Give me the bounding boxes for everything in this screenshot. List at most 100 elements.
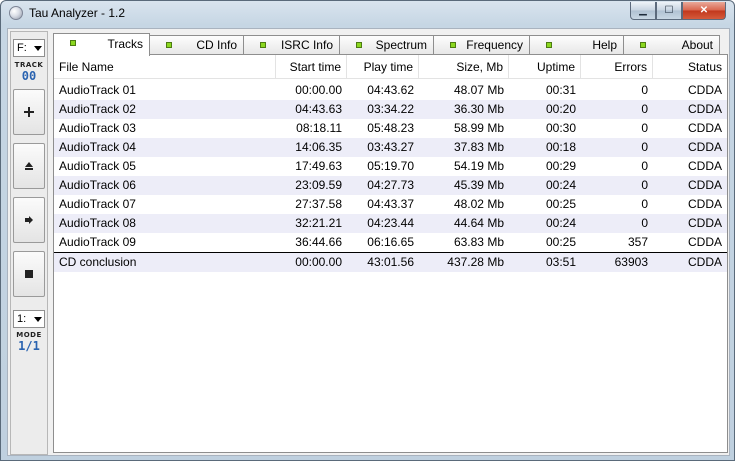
tab-about[interactable]: About	[623, 35, 720, 55]
cell-status: CDDA	[687, 102, 722, 116]
eject-button[interactable]	[13, 143, 45, 189]
cell-errors: 0	[641, 140, 648, 154]
tab-help[interactable]: Help	[529, 35, 624, 55]
cell-size: 54.19 Mb	[453, 159, 504, 173]
cell-status: CDDA	[687, 178, 722, 192]
mode-caption: MODE	[16, 331, 42, 339]
mode-select[interactable]: 1:	[13, 310, 45, 328]
column-header-uptime[interactable]: Uptime	[509, 55, 581, 79]
cell-status: CDDA	[687, 235, 722, 249]
cell-uptime: 00:18	[545, 140, 576, 154]
cell-start-time: 14:06.35	[295, 140, 342, 154]
mode-select-value: 1:	[17, 313, 27, 325]
table-row[interactable]: AudioTrack 05 17:49.63 05:19.70 54.19 Mb…	[54, 157, 727, 176]
table-row[interactable]: AudioTrack 02 04:43.63 03:34.22 36.30 Mb…	[54, 100, 727, 119]
tab-spectrum[interactable]: Spectrum	[339, 35, 434, 55]
stop-button[interactable]	[13, 251, 45, 297]
column-header-file-name[interactable]: File Name	[54, 55, 276, 79]
cell-play-time: 03:43.27	[367, 140, 414, 154]
maximize-button[interactable]: ☐	[656, 2, 682, 20]
table-row[interactable]: AudioTrack 08 32:21.21 04:23.44 44.64 Mb…	[54, 214, 727, 233]
cell-status: CDDA	[687, 197, 722, 211]
cell-size: 63.83 Mb	[453, 235, 504, 249]
column-header-play-time[interactable]: Play time	[347, 55, 419, 79]
led-icon	[546, 42, 552, 48]
column-header-size[interactable]: Size, Mb	[419, 55, 509, 79]
app-icon	[9, 6, 23, 20]
cell-play-time: 05:19.70	[367, 159, 414, 173]
minimize-icon: ▁	[639, 5, 647, 16]
cell-status: CDDA	[687, 121, 722, 135]
tab-cd-info[interactable]: CD Info	[149, 35, 244, 55]
cell-start-time: 32:21.21	[295, 216, 342, 230]
table-row[interactable]: AudioTrack 06 23:09.59 04:27.73 45.39 Mb…	[54, 176, 727, 195]
tab-frequency[interactable]: Frequency	[433, 35, 530, 55]
drive-select[interactable]: F:	[13, 39, 45, 57]
cell-uptime: 00:29	[545, 159, 576, 173]
conclusion-row[interactable]: CD conclusion 00:00.00 43:01.56 437.28 M…	[54, 252, 727, 272]
add-button[interactable]	[13, 89, 45, 135]
cell-errors: 0	[641, 216, 648, 230]
led-icon	[356, 42, 362, 48]
tab-isrc-info[interactable]: ISRC Info	[243, 35, 340, 55]
cell-file-name: AudioTrack 02	[59, 102, 136, 116]
table-row[interactable]: AudioTrack 04 14:06.35 03:43.27 37.83 Mb…	[54, 138, 727, 157]
cell-uptime: 00:25	[545, 197, 576, 211]
cell-play-time: 43:01.56	[367, 255, 414, 269]
cell-size: 58.99 Mb	[453, 121, 504, 135]
cell-file-name: AudioTrack 04	[59, 140, 136, 154]
close-button[interactable]: ✕	[682, 2, 726, 20]
cell-file-name: AudioTrack 06	[59, 178, 136, 192]
tab-strip: Tracks CD Info ISRC Info Spectrum Freque…	[53, 33, 728, 56]
cell-start-time: 17:49.63	[295, 159, 342, 173]
cell-play-time: 04:27.73	[367, 178, 414, 192]
cell-errors: 357	[627, 235, 648, 249]
cell-file-name: AudioTrack 05	[59, 159, 136, 173]
tab-label: Tracks	[107, 37, 143, 51]
cell-play-time: 04:23.44	[367, 216, 414, 230]
minimize-button[interactable]: ▁	[630, 2, 656, 20]
cell-uptime: 00:25	[545, 235, 576, 249]
tab-tracks[interactable]: Tracks	[53, 33, 150, 56]
cell-errors: 0	[641, 83, 648, 97]
tab-label: CD Info	[196, 38, 237, 52]
cell-status: CDDA	[687, 140, 722, 154]
table-row[interactable]: AudioTrack 09 36:44.66 06:16.65 63.83 Mb…	[54, 233, 727, 252]
cell-file-name: CD conclusion	[59, 255, 137, 269]
cell-start-time: 36:44.66	[295, 235, 342, 249]
table-row[interactable]: AudioTrack 01 00:00.00 04:43.62 48.07 Mb…	[54, 81, 727, 100]
cell-file-name: AudioTrack 03	[59, 121, 136, 135]
led-icon	[640, 42, 646, 48]
column-header-start-time[interactable]: Start time	[276, 55, 347, 79]
cell-size: 48.02 Mb	[453, 197, 504, 211]
cell-start-time: 00:00.00	[295, 83, 342, 97]
table-row[interactable]: AudioTrack 07 27:37.58 04:43.37 48.02 Mb…	[54, 195, 727, 214]
window-title: Tau Analyzer - 1.2	[29, 6, 126, 20]
cell-start-time: 23:09.59	[295, 178, 342, 192]
column-header-status[interactable]: Status	[653, 55, 727, 79]
play-button[interactable]	[13, 197, 45, 243]
column-header-errors[interactable]: Errors	[581, 55, 653, 79]
table-row[interactable]: AudioTrack 03 08:18.11 05:48.23 58.99 Mb…	[54, 119, 727, 138]
app-window: Tau Analyzer - 1.2 ▁ ☐ ✕ F: TRACK 00 1: …	[0, 0, 735, 461]
tracks-table[interactable]: File Name Start time Play time Size, Mb …	[53, 54, 728, 453]
cell-play-time: 03:34.22	[367, 102, 414, 116]
led-icon	[260, 42, 266, 48]
cell-start-time: 00:00.00	[295, 255, 342, 269]
tab-label: ISRC Info	[280, 38, 333, 52]
plus-icon	[24, 107, 34, 117]
cell-start-time: 08:18.11	[296, 121, 342, 135]
cell-uptime: 00:24	[545, 216, 576, 230]
tab-label: Help	[592, 38, 617, 52]
cell-size: 37.83 Mb	[453, 140, 504, 154]
cell-file-name: AudioTrack 08	[59, 216, 136, 230]
cell-play-time: 05:48.23	[367, 121, 414, 135]
cell-file-name: AudioTrack 07	[59, 197, 136, 211]
cell-size: 44.64 Mb	[453, 216, 504, 230]
cell-play-time: 04:43.37	[367, 197, 414, 211]
close-icon: ✕	[699, 5, 709, 16]
title-bar[interactable]: Tau Analyzer - 1.2 ▁ ☐ ✕	[1, 1, 734, 27]
led-icon	[450, 42, 456, 48]
cell-status: CDDA	[687, 255, 722, 269]
tab-label: Spectrum	[375, 38, 427, 52]
